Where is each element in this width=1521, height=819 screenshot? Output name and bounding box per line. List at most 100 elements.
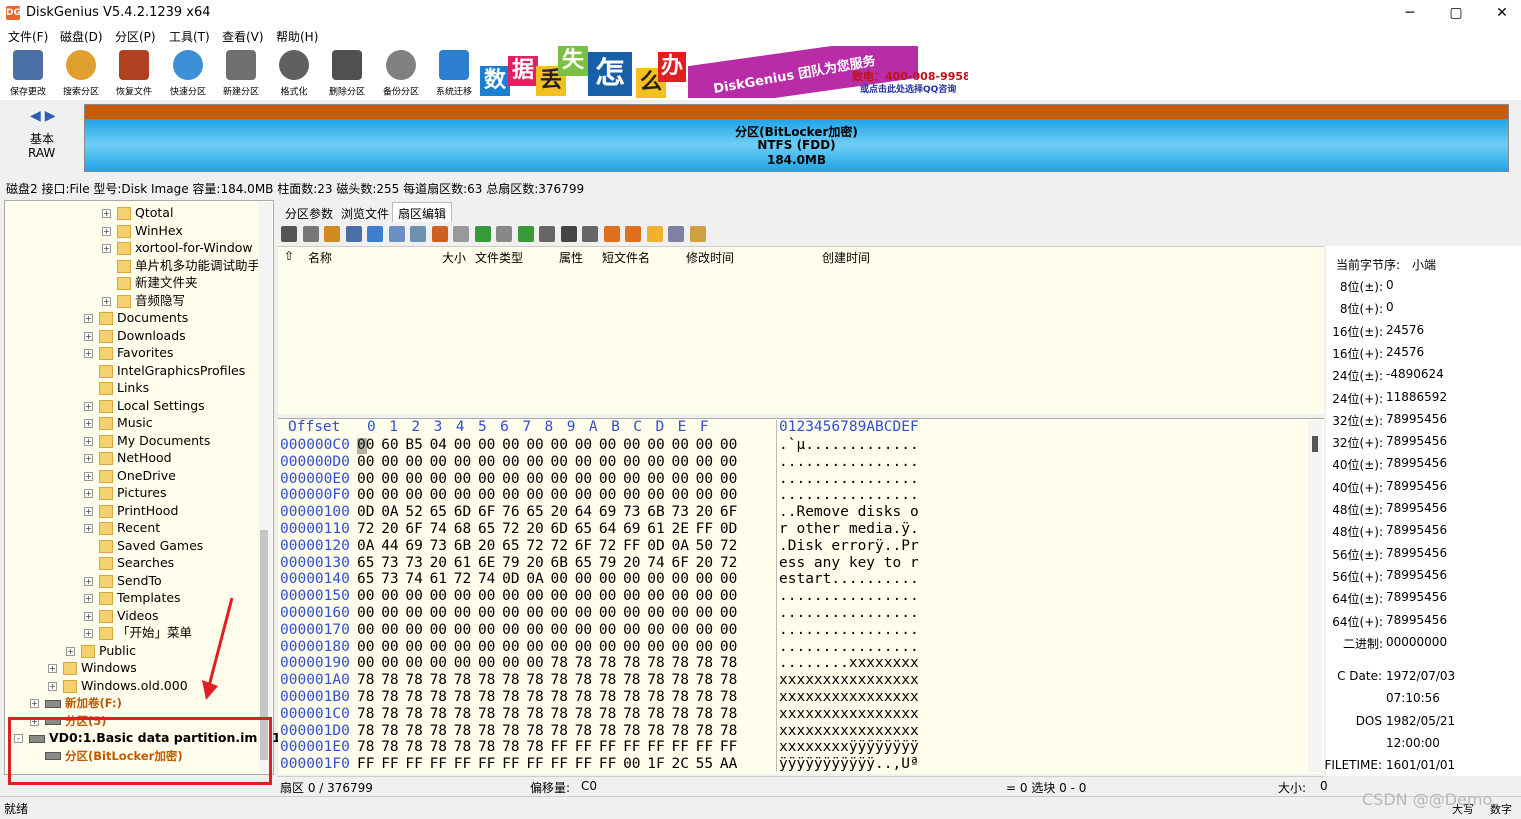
column-name[interactable]: 名称 — [308, 249, 332, 266]
editor-tool-icon[interactable] — [560, 226, 577, 242]
editor-tool-icon[interactable] — [431, 226, 448, 242]
menu-help[interactable]: 帮助(H) — [276, 28, 318, 45]
interp-value[interactable]: 78995456 — [1386, 523, 1447, 537]
banner-qq-link[interactable]: 或点击此处选择QQ咨询 — [860, 82, 956, 95]
expand-icon[interactable]: + — [102, 296, 111, 306]
expand-icon[interactable]: + — [84, 471, 93, 481]
system-migrate-button[interactable]: 系统迁移 — [429, 48, 479, 98]
expand-icon[interactable]: + — [84, 489, 93, 498]
editor-tool-icon[interactable] — [668, 226, 684, 242]
expand-icon[interactable]: + — [84, 401, 93, 411]
hex-row-bytes[interactable]: 00 00 00 00 00 00 00 00 00 00 00 00 00 0… — [357, 454, 737, 471]
expand-icon[interactable]: + — [84, 524, 93, 533]
hex-row-bytes[interactable]: 00 00 00 00 00 00 00 00 00 00 00 00 00 0… — [357, 622, 737, 639]
date-value[interactable]: 12:00:00 — [1386, 736, 1440, 750]
expand-icon[interactable]: + — [102, 226, 111, 236]
tree-item[interactable]: + Qtotal — [102, 204, 173, 221]
hex-row-ascii[interactable]: ess any key to r — [779, 555, 919, 572]
tree-item[interactable]: + 音频隐写 — [102, 292, 185, 309]
date-value[interactable]: 07:10:56 — [1386, 691, 1440, 705]
hex-row-ascii[interactable]: ................ — [779, 454, 919, 471]
hex-row-ascii[interactable]: ................ — [779, 588, 919, 605]
editor-tool-icon[interactable] — [281, 226, 297, 242]
expand-icon[interactable]: + — [102, 244, 111, 253]
hex-row-bytes[interactable]: 78 78 78 78 78 78 78 78 78 78 78 78 78 7… — [357, 689, 737, 706]
hex-row-bytes[interactable]: FF FF FF FF FF FF FF FF FF FF FF 00 1F 2… — [357, 756, 737, 773]
minimize-button[interactable]: ─ — [1387, 0, 1433, 26]
hex-row-bytes[interactable]: 00 00 00 00 00 00 00 00 00 00 00 00 00 0… — [357, 605, 737, 622]
tree-item[interactable]: + Documents — [84, 309, 188, 326]
hex-row-ascii[interactable]: xxxxxxxxxxxxxxxx — [779, 723, 919, 740]
interp-value[interactable]: 78995456 — [1386, 456, 1447, 470]
tree-item[interactable]: + Downloads — [84, 327, 186, 344]
hex-row-bytes[interactable]: 0A 44 69 73 6B 20 65 72 72 6F 72 FF 0D 0… — [357, 538, 737, 555]
editor-tool-icon[interactable] — [625, 226, 641, 242]
tree-item[interactable]: + SendTo — [84, 572, 162, 589]
hex-row-ascii[interactable]: ................ — [779, 471, 919, 488]
expand-icon[interactable]: + — [84, 436, 93, 446]
editor-tool-icon[interactable] — [345, 226, 362, 242]
hex-scrollbar[interactable] — [1308, 420, 1322, 772]
editor-tool-icon[interactable] — [453, 226, 469, 242]
hex-row-bytes[interactable]: 65 73 74 61 72 74 0D 0A 00 00 00 00 00 0… — [357, 571, 737, 588]
tree-item[interactable]: + Music — [84, 414, 153, 431]
tree-item[interactable]: + Recent — [84, 519, 160, 536]
expand-icon[interactable]: + — [84, 576, 93, 586]
quick-partition-button[interactable]: 快速分区 — [163, 48, 213, 98]
delete-partition-button[interactable]: 删除分区 — [322, 48, 372, 98]
hex-row-bytes[interactable]: 00 00 00 00 00 00 00 00 00 00 00 00 00 0… — [357, 471, 737, 488]
tree-item[interactable]: + Local Settings — [84, 397, 205, 414]
column-modified[interactable]: 修改时间 — [686, 249, 734, 266]
column-attributes[interactable]: 属性 — [559, 249, 583, 266]
expand-icon[interactable]: + — [84, 349, 93, 358]
expand-icon[interactable]: + — [84, 506, 93, 516]
search-partition-button[interactable]: 搜索分区 — [56, 48, 106, 98]
editor-tool-icon[interactable] — [603, 226, 620, 242]
hex-row-bytes[interactable]: 00 00 00 00 00 00 00 00 00 00 00 00 00 0… — [357, 588, 737, 605]
interp-value[interactable]: 24576 — [1386, 345, 1424, 359]
hex-row-ascii[interactable]: .`µ............. — [779, 437, 919, 454]
tree-item[interactable]: + 新加卷(F:) — [30, 694, 122, 711]
hex-row-ascii[interactable]: ÿÿÿÿÿÿÿÿÿÿÿ..,Uª — [779, 756, 919, 773]
tree-item[interactable]: + WinHex — [102, 222, 183, 239]
tree-item[interactable]: + Windows — [48, 659, 137, 676]
tree-item[interactable]: + Public — [66, 642, 136, 659]
format-button[interactable]: 格式化 — [269, 48, 319, 98]
hex-row-bytes[interactable]: 72 20 6F 74 68 65 72 20 6D 65 64 69 61 2… — [357, 521, 737, 538]
hex-row-bytes[interactable]: 0D 0A 52 65 6D 6F 76 65 20 64 69 73 6B 7… — [357, 504, 737, 521]
hex-scrollbar-thumb[interactable] — [1312, 436, 1318, 452]
menu-disk[interactable]: 磁盘(D) — [60, 28, 103, 45]
column-size[interactable]: 大小 — [442, 249, 466, 266]
tree-item[interactable]: Links — [84, 379, 149, 396]
editor-tool-icon[interactable] — [474, 226, 491, 242]
editor-tool-icon[interactable] — [539, 226, 555, 242]
expand-icon[interactable]: + — [84, 454, 93, 463]
tree-item[interactable]: Saved Games — [84, 537, 203, 554]
editor-tool-icon[interactable] — [410, 226, 426, 242]
tab-browse-files[interactable]: 浏览文件 — [336, 203, 394, 224]
tab-sector-edit[interactable]: 扇区编辑 — [392, 202, 453, 224]
tree-item[interactable]: 新建文件夹 — [102, 274, 198, 291]
expand-icon[interactable]: + — [84, 331, 93, 341]
date-value[interactable]: 1982/05/21 — [1386, 714, 1455, 728]
hex-row-bytes[interactable]: 65 73 73 20 61 6E 79 20 6B 65 79 20 74 6… — [357, 555, 737, 572]
expand-icon[interactable]: + — [66, 646, 75, 656]
hex-row-ascii[interactable]: r other media.ÿ. — [779, 521, 919, 538]
expand-icon[interactable]: + — [84, 314, 93, 323]
hex-row-ascii[interactable]: ................ — [779, 622, 919, 639]
date-value[interactable]: 1601/01/01 — [1386, 758, 1455, 772]
expand-icon[interactable]: + — [30, 699, 39, 708]
hex-row-bytes[interactable]: 78 78 78 78 78 78 78 78 78 78 78 78 78 7… — [357, 706, 737, 723]
editor-tool-icon[interactable] — [302, 226, 319, 242]
hex-row-bytes[interactable]: 00 60 B5 04 00 00 00 00 00 00 00 00 00 0… — [357, 437, 737, 454]
editor-tool-icon[interactable] — [496, 226, 512, 242]
interp-value[interactable]: 78995456 — [1386, 479, 1447, 493]
interp-value[interactable]: 00000000 — [1386, 635, 1447, 649]
expand-icon[interactable]: + — [84, 629, 93, 638]
tree-item[interactable]: + My Documents — [84, 432, 210, 449]
tree-item[interactable]: + Favorites — [84, 344, 173, 361]
hex-row-ascii[interactable]: xxxxxxxxxxxxxxxx — [779, 672, 919, 689]
tree-item[interactable]: Searches — [84, 554, 174, 571]
menu-view[interactable]: 查看(V) — [222, 28, 264, 45]
date-value[interactable]: 1972/07/03 — [1386, 669, 1455, 683]
